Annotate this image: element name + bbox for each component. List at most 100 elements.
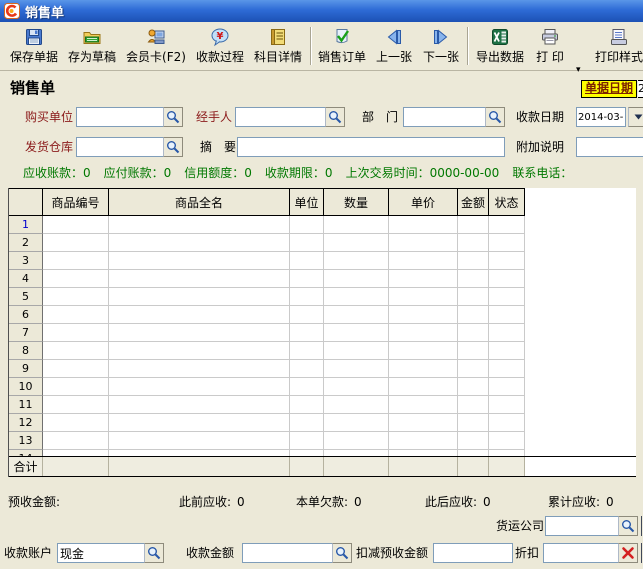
table-cell[interactable] [324, 306, 389, 324]
table-cell[interactable] [489, 342, 525, 360]
table-cell[interactable] [290, 306, 324, 324]
table-cell[interactable] [458, 342, 489, 360]
table-cell[interactable] [109, 414, 290, 432]
table-cell[interactable] [290, 252, 324, 270]
table-row[interactable]: 13 [9, 432, 636, 450]
table-cell[interactable] [43, 288, 109, 306]
column-header-status[interactable]: 状态 [489, 188, 525, 216]
payment-process-button[interactable]: ¥ 收款过程 [192, 25, 248, 69]
table-cell[interactable] [389, 432, 458, 450]
table-cell[interactable] [109, 216, 290, 234]
table-cell[interactable] [389, 396, 458, 414]
table-cell[interactable] [43, 396, 109, 414]
column-header-amount[interactable]: 金额 [458, 188, 489, 216]
print-style-button[interactable]: 打印样式 [595, 25, 643, 69]
table-cell[interactable] [109, 378, 290, 396]
table-cell[interactable] [458, 252, 489, 270]
table-cell[interactable] [290, 216, 324, 234]
export-data-button[interactable]: 导出数据 [474, 25, 526, 69]
table-cell[interactable] [290, 342, 324, 360]
collect-date-input[interactable] [576, 107, 626, 127]
discount-clear-button[interactable] [618, 543, 638, 563]
table-cell[interactable] [290, 288, 324, 306]
table-cell[interactable] [109, 288, 290, 306]
save-draft-button[interactable]: 存为草稿 [64, 25, 120, 69]
table-cell[interactable] [458, 432, 489, 450]
receive-account-lookup-button[interactable] [144, 543, 164, 563]
table-row[interactable]: 9 [9, 360, 636, 378]
table-cell[interactable] [324, 342, 389, 360]
table-cell[interactable] [43, 360, 109, 378]
table-row[interactable]: 5 [9, 288, 636, 306]
table-cell[interactable] [489, 216, 525, 234]
collect-date-dropdown-button[interactable] [628, 107, 643, 127]
table-cell[interactable] [290, 396, 324, 414]
table-row[interactable]: 4 [9, 270, 636, 288]
table-cell[interactable] [324, 360, 389, 378]
table-cell[interactable] [489, 306, 525, 324]
print-button[interactable]: 打 印 [530, 25, 570, 69]
table-cell[interactable] [43, 216, 109, 234]
table-row[interactable]: 8 [9, 342, 636, 360]
note-input[interactable] [576, 137, 643, 157]
table-cell[interactable] [389, 324, 458, 342]
table-cell[interactable] [43, 342, 109, 360]
table-cell[interactable] [43, 270, 109, 288]
table-cell[interactable] [458, 324, 489, 342]
column-header-rownum[interactable] [9, 188, 43, 216]
table-cell[interactable] [43, 252, 109, 270]
table-cell[interactable] [389, 270, 458, 288]
table-row[interactable]: 12 [9, 414, 636, 432]
table-cell[interactable] [109, 252, 290, 270]
table-cell[interactable] [389, 216, 458, 234]
department-input[interactable] [403, 107, 486, 127]
table-cell[interactable] [324, 432, 389, 450]
table-cell[interactable] [43, 234, 109, 252]
table-row[interactable]: 7 [9, 324, 636, 342]
table-cell[interactable] [109, 360, 290, 378]
column-header-quantity[interactable]: 数量 [324, 188, 389, 216]
table-cell[interactable] [290, 414, 324, 432]
table-cell[interactable] [43, 306, 109, 324]
table-cell[interactable] [489, 234, 525, 252]
table-cell[interactable] [324, 252, 389, 270]
table-cell[interactable] [458, 270, 489, 288]
table-cell[interactable] [489, 270, 525, 288]
previous-button[interactable]: 上一张 [372, 25, 416, 69]
table-row[interactable]: 3 [9, 252, 636, 270]
deduct-advance-input[interactable] [433, 543, 513, 563]
table-cell[interactable] [458, 306, 489, 324]
table-cell[interactable] [489, 252, 525, 270]
table-row[interactable]: 2 [9, 234, 636, 252]
table-cell[interactable] [109, 234, 290, 252]
buyer-input[interactable] [76, 107, 164, 127]
table-cell[interactable] [324, 414, 389, 432]
receive-amount-input[interactable] [242, 543, 333, 563]
table-cell[interactable] [458, 414, 489, 432]
table-cell[interactable] [489, 360, 525, 378]
table-cell[interactable] [290, 378, 324, 396]
table-cell[interactable] [109, 324, 290, 342]
table-cell[interactable] [389, 234, 458, 252]
table-row[interactable]: 11 [9, 396, 636, 414]
table-cell[interactable] [389, 378, 458, 396]
table-cell[interactable] [389, 342, 458, 360]
title-bar[interactable]: 销售单 [0, 0, 643, 22]
table-cell[interactable] [290, 324, 324, 342]
table-cell[interactable] [389, 252, 458, 270]
department-lookup-button[interactable] [485, 107, 505, 127]
column-header-product-name[interactable]: 商品全名 [109, 188, 290, 216]
column-header-unit-price[interactable]: 单价 [389, 188, 458, 216]
table-cell[interactable] [489, 396, 525, 414]
print-dropdown-arrow[interactable]: ▾ [576, 66, 581, 75]
table-cell[interactable] [324, 216, 389, 234]
table-cell[interactable] [43, 414, 109, 432]
warehouse-input[interactable] [76, 137, 164, 157]
table-cell[interactable] [324, 396, 389, 414]
receive-amount-lookup-button[interactable] [332, 543, 352, 563]
freight-company-lookup-button[interactable] [618, 516, 638, 536]
table-cell[interactable] [489, 432, 525, 450]
table-cell[interactable] [489, 378, 525, 396]
table-cell[interactable] [458, 234, 489, 252]
discount-input[interactable] [543, 543, 619, 563]
